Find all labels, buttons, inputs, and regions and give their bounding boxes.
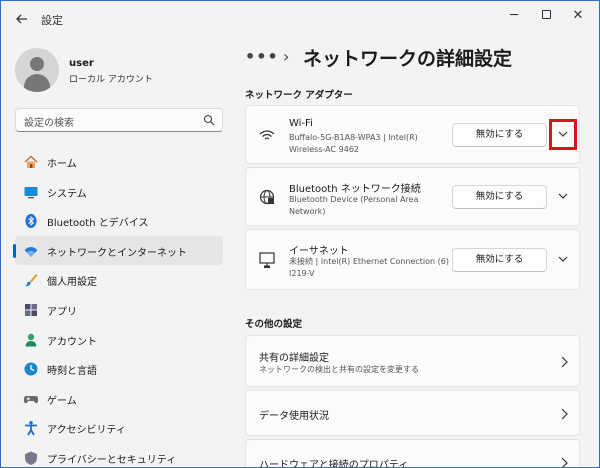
account-type: ローカル アカウント	[69, 75, 153, 85]
sidebar-item-label: アプリ	[47, 306, 77, 318]
arrow-left-icon	[16, 14, 27, 24]
link-card-hardware-properties[interactable]: ハードウェアと接続のプロパティ	[245, 439, 580, 468]
chevron-right-icon	[561, 408, 568, 420]
chevron-right-icon	[561, 457, 568, 467]
adapter-card-bluetooth: Bluetooth ネットワーク接続 Bluetooth Device (Per…	[245, 167, 580, 226]
sidebar-item-label: 個人用設定	[47, 277, 97, 289]
maximize-icon	[541, 9, 551, 19]
back-button[interactable]	[11, 9, 33, 29]
sidebar-item-accessibility[interactable]: アクセシビリティ	[15, 413, 223, 443]
user-name: user	[69, 58, 94, 69]
wifi-icon	[259, 130, 275, 140]
breadcrumb-overflow-button[interactable]: •••	[245, 47, 279, 66]
ethernet-icon	[259, 252, 275, 268]
chevron-right-icon	[561, 356, 568, 368]
sidebar-item-label: アカウント	[47, 336, 97, 348]
brush-icon	[25, 274, 38, 287]
title-bar: 設定 ─ ✕	[1, 1, 599, 37]
adapter-description: 未接続 | Intel(R) Ethernet Connection (6) I…	[289, 257, 449, 278]
monitor-icon	[24, 186, 38, 198]
shield-icon	[25, 451, 37, 465]
sidebar-item-label: 時刻と言語	[47, 366, 97, 378]
search-input[interactable]: 設定の検索	[15, 108, 223, 132]
account-icon	[25, 333, 37, 347]
highlight-box	[549, 119, 577, 150]
clock-globe-icon	[24, 362, 38, 376]
disable-button[interactable]: 無効にする	[452, 123, 547, 147]
adapter-card-wifi: Wi-Fi Buffalo-5G-B1A8-WPA3 | Intel(R) Wi…	[245, 105, 580, 164]
sidebar-item-system[interactable]: システム	[15, 177, 223, 207]
settings-window: 設定 ─ ✕ user ローカル アカウント 設定の検索 ホーム システム Bl…	[0, 0, 600, 468]
accessibility-icon	[25, 421, 37, 436]
link-card-sharing[interactable]: 共有の詳細設定 ネットワークの検出と共有の設定を変更する	[245, 335, 580, 387]
sidebar-item-accounts[interactable]: アカウント	[15, 325, 223, 355]
globe-icon	[259, 189, 275, 205]
sidebar-item-home[interactable]: ホーム	[15, 147, 223, 177]
sidebar-item-label: ゲーム	[47, 395, 77, 407]
link-card-data-usage[interactable]: データ使用状況	[245, 390, 580, 436]
expand-button[interactable]	[550, 247, 576, 273]
gamepad-icon	[23, 395, 39, 403]
sidebar-item-label: プライバシーとセキュリティ	[47, 454, 177, 466]
home-icon	[24, 155, 38, 168]
expand-button[interactable]	[550, 184, 576, 210]
link-title: ハードウェアと接続のプロパティ	[259, 460, 409, 468]
chevron-right-icon: ›	[283, 47, 290, 66]
sidebar-item-time-language[interactable]: 時刻と言語	[15, 354, 223, 384]
apps-icon	[25, 303, 37, 316]
maximize-button[interactable]	[531, 5, 561, 27]
adapter-description: Buffalo-5G-B1A8-WPA3 | Intel(R) Wireless…	[289, 133, 418, 154]
sidebar-nav: ホーム システム Bluetooth とデバイス ネットワークとインターネット	[13, 147, 223, 467]
app-title: 設定	[41, 14, 63, 27]
adapter-name: Wi-Fi	[289, 118, 313, 129]
section-title-more-settings: その他の設定	[245, 319, 303, 330]
sidebar-item-bluetooth[interactable]: Bluetooth とデバイス	[15, 206, 223, 236]
search-icon	[203, 114, 215, 126]
search-placeholder: 設定の検索	[24, 118, 74, 129]
adapter-description: Bluetooth Device (Personal Area Network)	[289, 195, 419, 216]
adapter-card-ethernet: イーサネット 未接続 | Intel(R) Ethernet Connectio…	[245, 229, 580, 290]
sidebar-item-label: アクセシビリティ	[47, 425, 126, 437]
link-description: ネットワークの検出と共有の設定を変更する	[259, 365, 419, 374]
adapter-name: イーサネット	[289, 246, 349, 257]
close-button[interactable]: ✕	[563, 5, 593, 27]
sidebar-item-privacy[interactable]: プライバシーとセキュリティ	[15, 443, 223, 467]
disable-button[interactable]: 無効にする	[452, 185, 547, 209]
avatar[interactable]	[15, 48, 59, 92]
link-title: 共有の詳細設定	[259, 353, 329, 364]
sidebar-item-label: システム	[47, 188, 87, 200]
chevron-down-icon	[558, 193, 568, 199]
avatar-body	[24, 74, 50, 92]
sidebar-item-apps[interactable]: アプリ	[15, 295, 223, 325]
avatar-head	[30, 57, 44, 71]
sidebar-item-personalization[interactable]: 個人用設定	[15, 265, 223, 295]
sidebar-item-network[interactable]: ネットワークとインターネット	[13, 235, 223, 266]
section-title-adapters: ネットワーク アダプター	[245, 90, 353, 101]
link-title: データ使用状況	[259, 411, 329, 422]
sidebar-item-gaming[interactable]: ゲーム	[15, 384, 223, 414]
sidebar-item-label: ネットワークとインターネット	[47, 247, 187, 259]
wifi-icon	[24, 246, 38, 257]
adapter-name: Bluetooth ネットワーク接続	[289, 184, 421, 195]
disable-button[interactable]: 無効にする	[452, 248, 547, 272]
bluetooth-icon	[25, 214, 37, 229]
chevron-down-icon	[558, 256, 568, 262]
page-title: ネットワークの詳細設定	[303, 48, 513, 70]
minimize-button[interactable]: ─	[499, 5, 529, 27]
sidebar-item-label: ホーム	[47, 159, 77, 170]
sidebar-item-label: Bluetooth とデバイス	[47, 218, 149, 230]
